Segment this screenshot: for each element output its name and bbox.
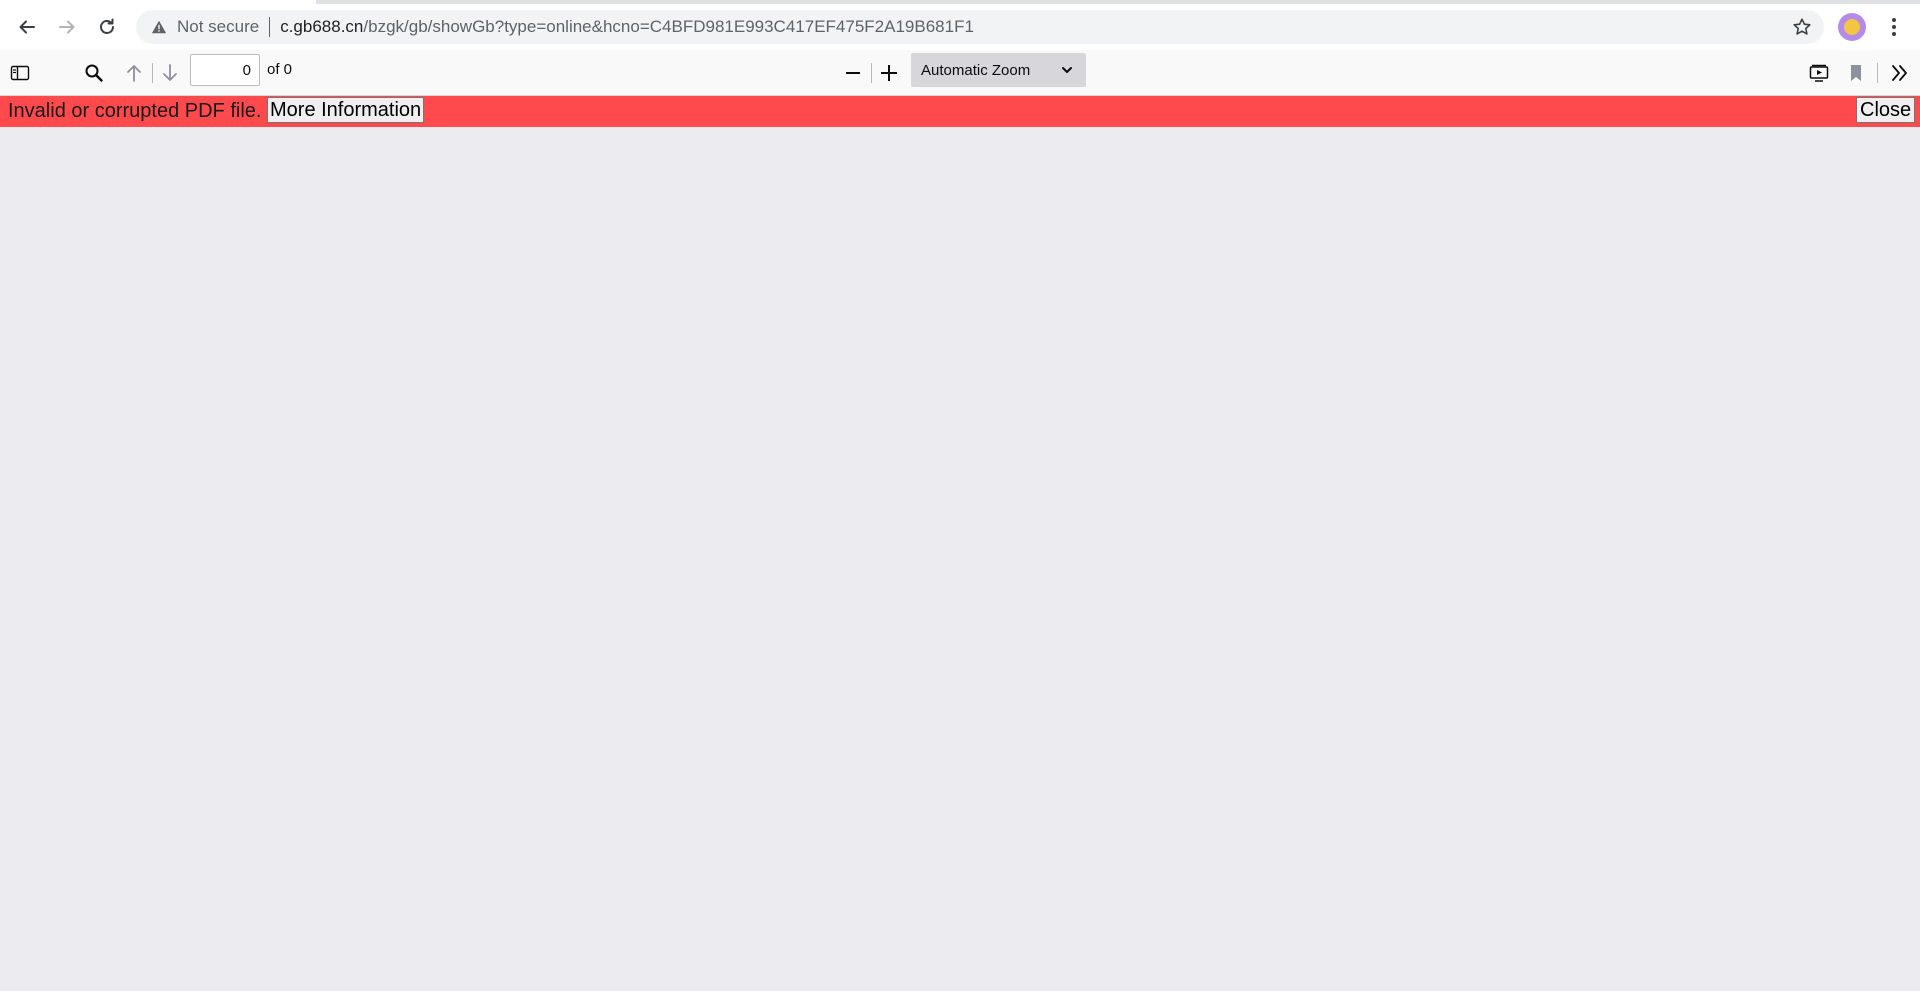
bookmark-icon [1851, 65, 1861, 81]
pdf-viewer-area[interactable] [0, 127, 1920, 991]
sidebar-toggle-button[interactable] [5, 58, 35, 88]
url-text[interactable]: c.gb688.cn/bzgk/gb/showGb?type=online&hc… [280, 17, 974, 37]
forward-arrow-icon [59, 20, 75, 34]
bookmark-button[interactable] [1841, 58, 1871, 88]
next-page-button[interactable] [155, 58, 185, 88]
profile-avatar[interactable] [1838, 13, 1866, 41]
search-icon [85, 64, 103, 82]
reload-button[interactable] [90, 10, 124, 44]
presentation-mode-button[interactable] [1804, 58, 1834, 88]
tools-divider [1877, 63, 1878, 83]
star-icon[interactable] [1792, 17, 1812, 37]
error-message: Invalid or corrupted PDF file. [8, 100, 262, 122]
tab-strip [0, 0, 1920, 4]
back-button[interactable] [10, 10, 44, 44]
zoom-divider [871, 63, 872, 83]
zoom-out-icon [846, 72, 860, 74]
forward-button[interactable] [50, 10, 84, 44]
sidebar-toggle-icon [10, 65, 30, 81]
back-arrow-icon [19, 20, 35, 34]
warning-icon[interactable] [150, 18, 168, 36]
page-count-label: of 0 [267, 61, 293, 78]
avatar-face [1844, 19, 1860, 35]
security-label[interactable]: Not secure [177, 17, 259, 37]
browser-chrome: Not secure c.gb688.cn/bzgk/gb/showGb?typ… [0, 0, 1920, 50]
find-button[interactable] [79, 58, 109, 88]
reload-icon [100, 18, 114, 34]
active-tab-edge [0, 0, 316, 4]
zoom-in-button[interactable] [874, 58, 904, 88]
more-information-button[interactable]: More Information [267, 97, 425, 123]
address-bar[interactable]: Not secure c.gb688.cn/bzgk/gb/showGb?typ… [136, 10, 1824, 44]
toolbar-divider [152, 63, 153, 83]
kebab-menu-icon[interactable] [1880, 13, 1908, 41]
close-error-button[interactable]: Close [1856, 97, 1916, 123]
url-path: /bzgk/gb/showGb?type=online&hcno=C4BFD98… [363, 17, 974, 36]
security-divider [269, 17, 271, 37]
zoom-select-value: Automatic Zoom [921, 61, 1031, 79]
zoom-select[interactable]: Automatic Zoom [911, 53, 1086, 87]
next-page-icon [163, 64, 177, 81]
presentation-mode-icon [1809, 64, 1829, 82]
zoom-in-icon [881, 65, 897, 81]
page-number-input[interactable] [190, 54, 260, 86]
secondary-toolbar-button[interactable] [1885, 58, 1915, 88]
url-host: c.gb688.cn [280, 17, 364, 36]
previous-page-button[interactable] [119, 58, 149, 88]
zoom-out-button[interactable] [838, 58, 868, 88]
tools-chevron-icon [1892, 65, 1907, 81]
previous-page-icon [127, 65, 141, 82]
chevron-down-icon [1062, 67, 1072, 73]
